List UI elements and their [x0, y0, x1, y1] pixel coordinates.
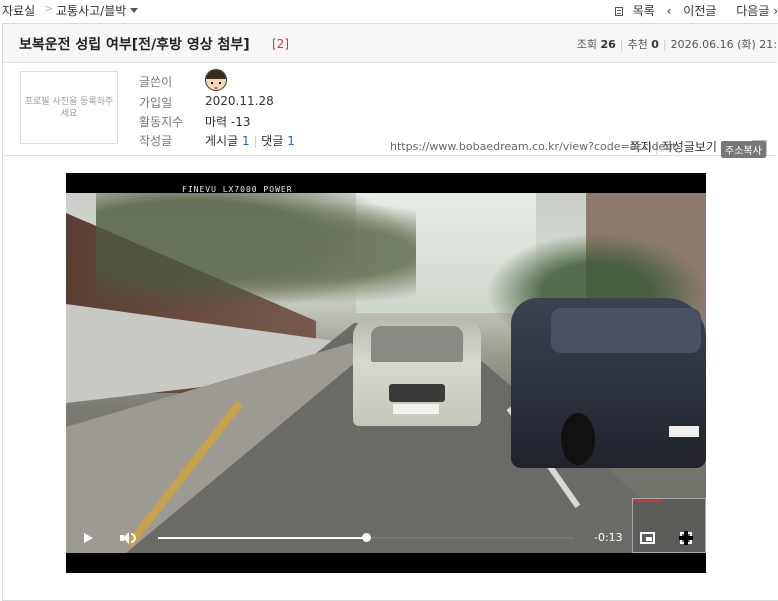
list-icon: [614, 7, 623, 16]
comments-link-label: 댓글: [261, 134, 284, 148]
writer-label: 글쓴이: [139, 75, 173, 89]
seek-bar-handle[interactable]: [362, 533, 371, 542]
posts-label: 작성글: [139, 134, 173, 148]
scene-trees-left: [96, 193, 416, 313]
post-header: 보복운전 성립 여부[전/후방 영상 첨부] [2] 조회 26 | 추천 0 | 20…: [3, 24, 777, 63]
chevron-down-icon: [130, 8, 139, 13]
scene-white-car: [353, 318, 481, 426]
breadcrumb-separator: >: [44, 2, 54, 15]
scene-dark-suv: [511, 298, 706, 468]
post-datetime: 2026.06.16 (화) 21:: [670, 38, 777, 51]
video-frame: [66, 193, 706, 553]
posts-link[interactable]: 게시글 1: [205, 134, 250, 148]
time-remaining: -0:13: [594, 531, 623, 544]
posts-link-label: 게시글: [205, 134, 239, 148]
activity-value: 마력 -13: [205, 115, 251, 129]
views-count: 26: [600, 38, 616, 51]
posts-count: 1: [241, 134, 250, 148]
video-controls: -0:13: [66, 523, 706, 553]
play-icon[interactable]: [84, 533, 93, 543]
comments-count: 1: [287, 134, 295, 148]
joined-date: 2020.11.28: [205, 94, 274, 108]
list-button-label: 목록: [632, 4, 655, 18]
copy-url-button[interactable]: 주소복사: [721, 141, 766, 158]
comment-count[interactable]: [2]: [272, 37, 289, 51]
joined-label: 가입일: [139, 96, 173, 110]
video-player[interactable]: FINEVU LX7000 POWER -0:13: [66, 173, 706, 573]
fullscreen-icon[interactable]: [679, 531, 693, 545]
post-nav: 목록 ‹ 이전글 다음글 ›: [607, 2, 778, 19]
recommend-count: 0: [651, 38, 659, 51]
volume-wave-icon: [131, 533, 136, 543]
breadcrumb-root[interactable]: 자료실: [2, 2, 35, 19]
recommend-label: 추천: [627, 38, 648, 51]
post-meta: 조회 26 | 추천 0 | 2026.06.16 (화) 21:: [576, 38, 777, 51]
breadcrumb-current-label: 교통사고/블박: [56, 4, 127, 18]
post-title: 보복운전 성립 여부[전/후방 영상 첨부]: [19, 37, 250, 53]
dashcam-overlay-text: FINEVU LX7000 POWER: [182, 185, 293, 194]
posts-summary: 게시글 1 | 댓글 1: [205, 134, 295, 148]
comments-link[interactable]: 댓글 1: [261, 134, 295, 148]
views-label: 조회: [576, 38, 597, 51]
prev-button-label: 이전글: [683, 4, 717, 18]
video-seek-bar[interactable]: [158, 533, 574, 542]
activity-label: 활동지수: [139, 115, 184, 129]
prev-button[interactable]: ‹ 이전글: [667, 4, 717, 18]
breadcrumb-current[interactable]: 교통사고/블박: [56, 2, 139, 19]
breadcrumb-bar: 자료실 > 교통사고/블박 목록 ‹ 이전글 다음글 ›: [0, 0, 778, 20]
list-button[interactable]: 목록: [614, 4, 655, 18]
post-url: https://www.bobaedream.co.kr/view?code=a…: [390, 140, 678, 153]
next-button[interactable]: 다음글 ›: [728, 4, 778, 18]
next-button-label: 다음글: [736, 4, 770, 18]
picture-in-picture-icon[interactable]: [640, 532, 655, 544]
profile-placeholder: 프로필 사진을 등록하주세요: [20, 71, 118, 144]
seek-bar-fill: [158, 537, 366, 539]
avatar[interactable]: [205, 69, 227, 91]
